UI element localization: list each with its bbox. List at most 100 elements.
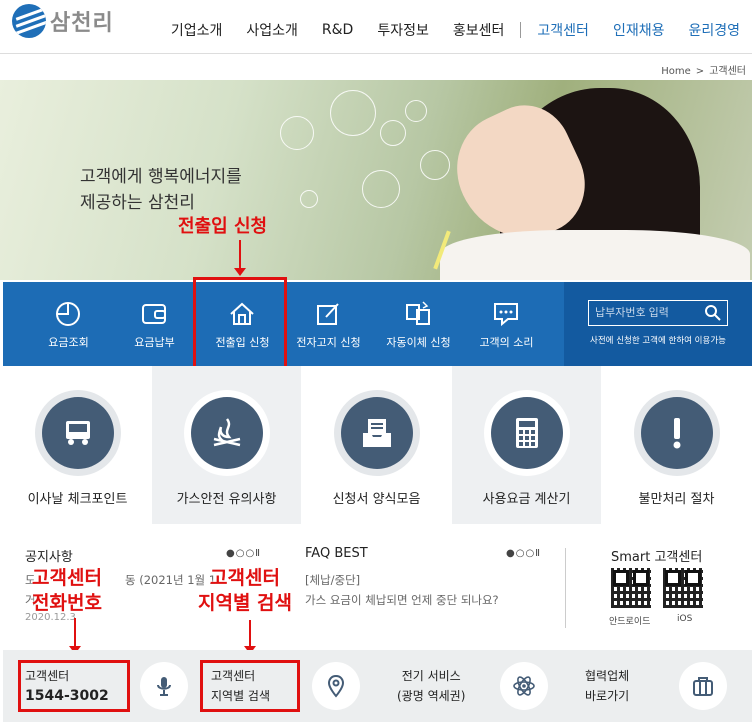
- atom-icon: [513, 676, 535, 696]
- nav-company[interactable]: 기업소개: [171, 20, 223, 40]
- annotation-region: 고객센터 지역별 검색: [198, 566, 292, 616]
- annotation-arrow: [234, 240, 246, 276]
- breadcrumb-separator: >: [695, 66, 705, 77]
- faq-title[interactable]: FAQ BEST: [305, 546, 368, 561]
- shortcut-label: 가스안전 유의사항: [176, 492, 277, 507]
- wallet-icon: [142, 304, 166, 324]
- annotation-highlight-box: [200, 660, 300, 712]
- nav-pr[interactable]: 홍보센터: [453, 20, 505, 40]
- divider: [565, 548, 566, 628]
- quick-auto-transfer[interactable]: 자동이체 신청: [376, 282, 461, 366]
- shortcut-label: 사용요금 계산기: [482, 492, 571, 507]
- notice-pager[interactable]: ●○○Ⅱ: [226, 548, 261, 559]
- payer-number-search: 사전에 신청한 고객에 한하여 이용가능: [564, 282, 752, 366]
- bubble-decoration: [280, 116, 314, 150]
- document-tray-icon: [363, 419, 391, 447]
- bubble-decoration: [300, 190, 318, 208]
- search-note: 사전에 신청한 고객에 한하여 이용가능: [590, 336, 726, 346]
- transfer-icon: [406, 301, 430, 325]
- quick-e-billing[interactable]: 전자고지 신청: [286, 282, 371, 366]
- flame-icon: [213, 418, 241, 447]
- partner-line-2: 바로가기: [585, 689, 630, 703]
- service-line-1: 전기 서비스: [401, 669, 461, 683]
- microphone-button[interactable]: [140, 662, 188, 710]
- quick-customer-voice[interactable]: 고객의 소리: [464, 282, 549, 366]
- partner-button[interactable]: [679, 662, 727, 710]
- electric-service-button[interactable]: [500, 662, 548, 710]
- shortcut-label: 이사날 체크포인트: [27, 492, 128, 507]
- hero-banner: 고객에게 행복에너지를 제공하는 삼천리: [0, 80, 752, 280]
- annotation-region-line-1: 고객센터: [210, 567, 280, 589]
- ios-qr-code: [663, 568, 703, 608]
- shortcut-circle: [35, 390, 121, 476]
- quick-label: 전자고지 신청: [296, 336, 361, 349]
- samchully-logo[interactable]: 삼천리: [12, 4, 114, 38]
- smart-title: Smart 고객센터: [611, 550, 703, 565]
- site-header: 삼천리 기업소개 사업소개 R&D 투자정보 홍보센터 고객센터 인재채용 윤리…: [0, 0, 752, 54]
- briefcase-icon: [693, 677, 713, 696]
- truck-icon: [66, 421, 90, 445]
- bubble-decoration: [330, 90, 376, 136]
- search-icon[interactable]: [704, 304, 722, 322]
- nav-customer-center[interactable]: 고객센터: [537, 20, 589, 40]
- exclamation-icon: [673, 418, 681, 449]
- logo-text: 삼천리: [50, 11, 114, 36]
- faq-question[interactable]: 가스 요금이 체납되면 언제 중단 되나요?: [305, 592, 499, 608]
- annotation-phone-line-1: 고객센터: [32, 567, 102, 589]
- quick-bill-payment[interactable]: 요금납부: [112, 282, 197, 366]
- nav-investor[interactable]: 투자정보: [377, 20, 429, 40]
- quick-label: 자동이체 신청: [386, 336, 451, 349]
- quick-label: 요금납부: [134, 336, 175, 349]
- electric-service-link[interactable]: 전기 서비스 (광명 역세권): [397, 666, 465, 706]
- bubble-decoration: [380, 120, 406, 146]
- main-nav: 기업소개 사업소개 R&D 투자정보 홍보센터 고객센터 인재채용 윤리경영: [159, 20, 752, 40]
- notice-area: 공지사항 ●○○Ⅱ 도 동 (2021년 1월 1 거 2020.12.3 FA…: [3, 526, 752, 650]
- nav-ethics[interactable]: 윤리경영: [688, 20, 740, 40]
- notice-title[interactable]: 공지사항: [25, 546, 73, 565]
- faq-pager[interactable]: ●○○Ⅱ: [506, 548, 541, 559]
- quick-menu-bar: 요금조회 요금납부 전출입 신청 전자고지 신청 자동이체 신청 고객의 소리 …: [3, 282, 752, 366]
- shortcut-circle: [484, 390, 570, 476]
- map-pin-icon: [327, 674, 345, 698]
- shortcut-circle: [334, 390, 420, 476]
- hero-line-1: 고객에게 행복에너지를: [80, 167, 242, 187]
- breadcrumb: Home > 고객센터: [661, 62, 746, 77]
- location-button[interactable]: [312, 662, 360, 710]
- logo-mark-icon: [12, 4, 46, 38]
- shortcut-row: 이사날 체크포인트 가스안전 유의사항 신청서 양식모음 사용요금 계산기 불만…: [3, 366, 752, 524]
- nav-business[interactable]: 사업소개: [246, 20, 298, 40]
- annotation-phone-line-2: 전화번호: [32, 592, 102, 614]
- annotation-phone: 고객센터 전화번호: [32, 566, 102, 616]
- android-label[interactable]: 안드로이드: [609, 614, 650, 627]
- shortcut-circle: [634, 390, 720, 476]
- annotation-move-apply: 전출입 신청: [178, 216, 268, 237]
- quick-label: 요금조회: [48, 336, 89, 349]
- shortcut-gas-safety[interactable]: 가스안전 유의사항: [152, 366, 301, 524]
- calculator-icon: [516, 418, 538, 448]
- faq-category[interactable]: [체납/중단]: [305, 572, 360, 588]
- breadcrumb-home[interactable]: Home: [661, 66, 691, 77]
- quick-label: 고객의 소리: [479, 336, 534, 349]
- annotation-highlight-box: [18, 660, 130, 712]
- nav-rnd[interactable]: R&D: [322, 22, 353, 38]
- annotation-highlight-box: [193, 277, 287, 369]
- partner-link[interactable]: 협력업체 바로가기: [585, 666, 629, 706]
- android-qr-code: [611, 568, 651, 608]
- breadcrumb-current: 고객센터: [709, 66, 746, 77]
- nav-recruit[interactable]: 인재채용: [613, 20, 665, 40]
- shortcut-complaint-procedure[interactable]: 불만처리 절차: [602, 366, 751, 524]
- hero-copy: 고객에게 행복에너지를 제공하는 삼천리: [80, 164, 242, 216]
- ios-label[interactable]: iOS: [677, 614, 692, 624]
- bubble-decoration: [420, 150, 450, 180]
- chat-icon: [494, 303, 518, 327]
- shortcut-fee-calculator[interactable]: 사용요금 계산기: [452, 366, 601, 524]
- shortcut-label: 불만처리 절차: [638, 492, 715, 507]
- shortcut-circle: [184, 390, 270, 476]
- shortcut-application-forms[interactable]: 신청서 양식모음: [302, 366, 451, 524]
- edit-icon: [317, 303, 339, 325]
- nav-divider: [520, 22, 522, 38]
- shortcut-moving-checkpoint[interactable]: 이사날 체크포인트: [3, 366, 152, 524]
- annotation-arrow: [69, 618, 81, 654]
- hero-photo-shirt: [440, 230, 750, 280]
- quick-bill-inquiry[interactable]: 요금조회: [26, 282, 111, 366]
